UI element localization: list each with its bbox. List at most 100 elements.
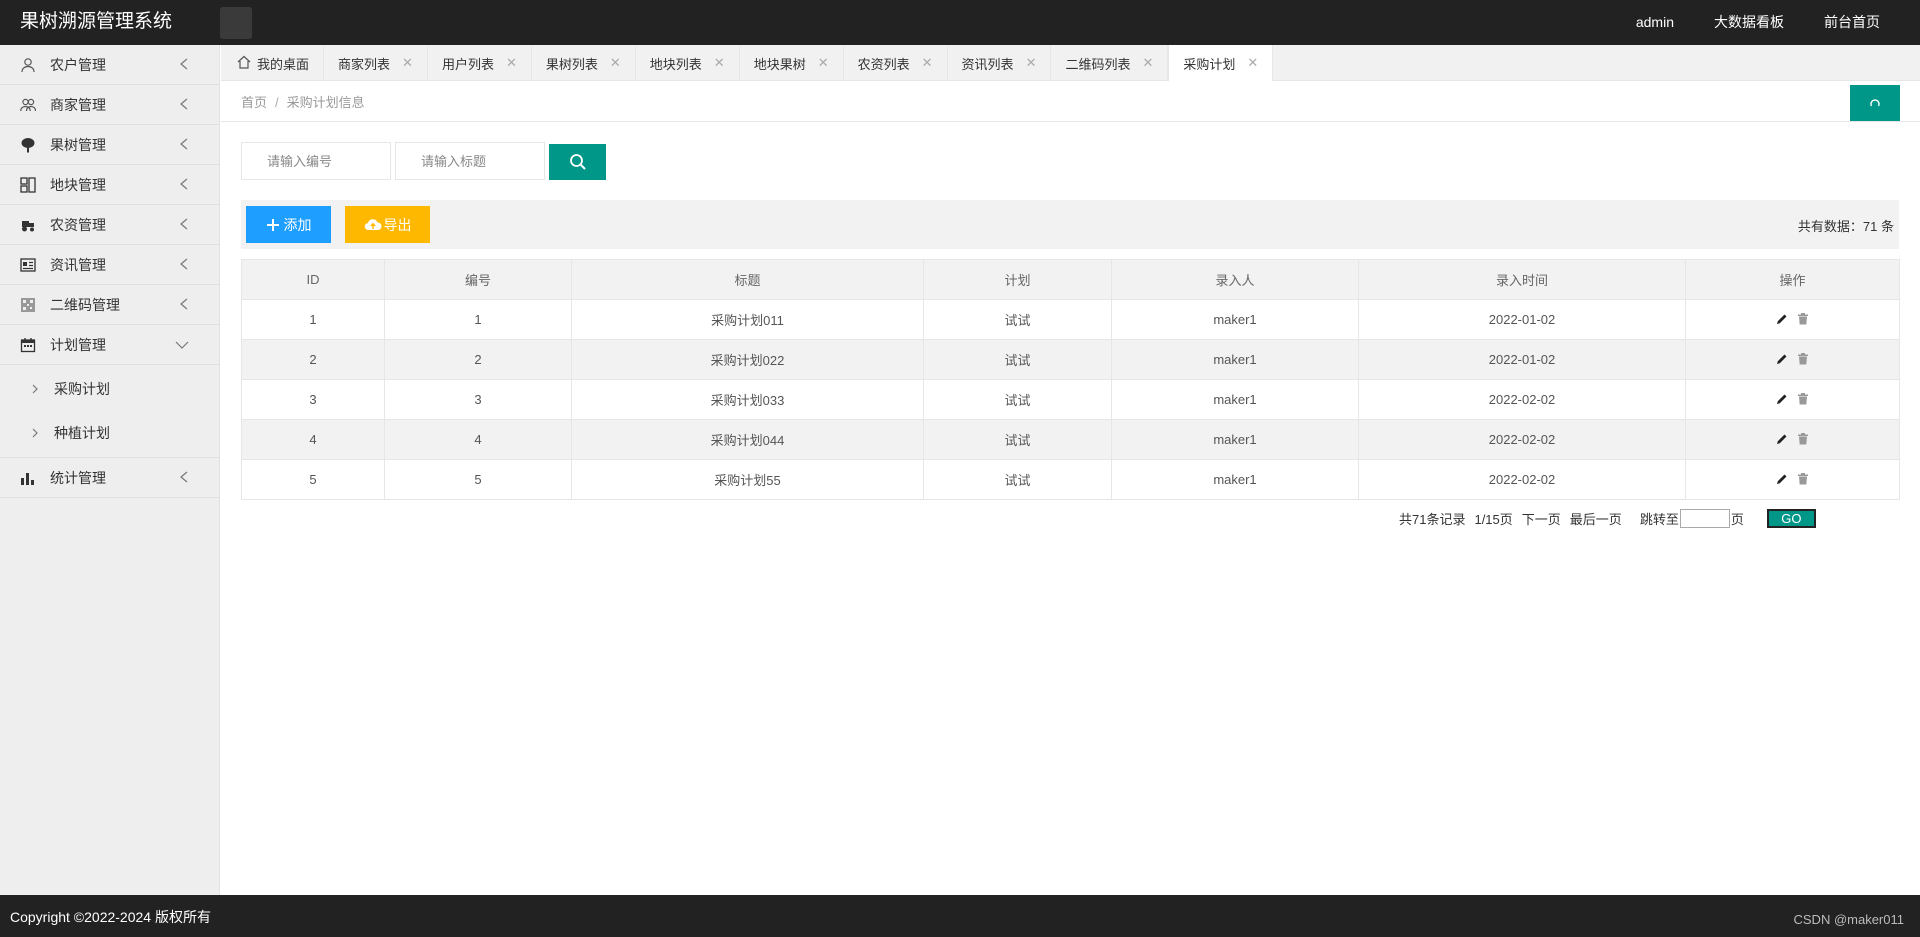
tab-tree-list[interactable]: 果树列表 ✕	[532, 45, 636, 81]
sidebar-item-qrcode[interactable]: 二维码管理	[0, 285, 219, 325]
column-header[interactable]: 录入时间	[1358, 259, 1686, 300]
cell-time: 2022-02-02	[1358, 459, 1686, 500]
pagination-page-unit: 页	[1730, 511, 1744, 527]
sidebar-item-label: 商家管理	[50, 96, 106, 113]
column-header[interactable]: 编号	[384, 259, 572, 300]
tab-land-tree[interactable]: 地块果树 ✕	[740, 45, 844, 81]
table-row: 5 5 采购计划55 试试 maker1 2022-02-02	[241, 459, 1900, 500]
close-icon[interactable]: ✕	[1026, 55, 1037, 71]
pagination-next[interactable]: 下一页	[1522, 509, 1561, 528]
close-icon[interactable]: ✕	[506, 55, 517, 71]
sidebar-subitem-purchase-plan[interactable]: 采购计划	[0, 367, 219, 411]
cell-no: 4	[384, 419, 572, 460]
cell-time: 2022-01-02	[1358, 339, 1686, 380]
search-no-input[interactable]	[241, 142, 391, 180]
close-icon[interactable]: ✕	[1247, 55, 1258, 71]
sidebar-item-label: 农资管理	[50, 216, 106, 233]
copyright-text: Copyright ©2022-2024 版权所有	[10, 909, 211, 925]
close-icon[interactable]: ✕	[818, 55, 829, 71]
tractor-icon	[20, 217, 36, 233]
chevron-left-icon	[179, 177, 189, 193]
top-nav-admin[interactable]: admin	[1616, 0, 1694, 45]
top-nav-dashboard[interactable]: 大数据看板	[1694, 0, 1804, 45]
edit-icon[interactable]	[1776, 473, 1788, 488]
search-title-input[interactable]	[395, 142, 545, 180]
cell-creator: maker1	[1111, 419, 1359, 460]
user-icon	[20, 57, 36, 73]
tab-supplies-list[interactable]: 农资列表 ✕	[844, 45, 948, 81]
chevron-left-icon	[179, 470, 189, 486]
close-icon[interactable]: ✕	[402, 55, 413, 71]
chevron-down-icon	[175, 337, 189, 353]
grid-icon	[20, 176, 36, 193]
cell-time: 2022-01-02	[1358, 299, 1686, 340]
cell-id: 2	[241, 339, 385, 380]
tab-purchase-plan[interactable]: 采购计划 ✕	[1168, 45, 1274, 81]
pagination-go-button[interactable]: GO	[1766, 508, 1816, 528]
column-header[interactable]: ID	[241, 259, 385, 300]
column-header[interactable]: 计划	[923, 259, 1112, 300]
pagination-page: 1/15页	[1474, 511, 1513, 527]
tab-merchant-list[interactable]: 商家列表 ✕	[324, 45, 428, 81]
sidebar-item-merchant[interactable]: 商家管理	[0, 85, 219, 125]
edit-icon[interactable]	[1776, 433, 1788, 448]
chevron-left-icon	[179, 57, 189, 73]
pagination-last[interactable]: 最后一页	[1570, 509, 1622, 528]
watermark-text: CSDN @maker011	[1793, 912, 1905, 927]
qrcode-icon	[20, 297, 36, 313]
cell-id: 5	[241, 459, 385, 500]
sidebar-toggle-button[interactable]	[220, 7, 252, 39]
edit-icon[interactable]	[1776, 353, 1788, 368]
refresh-button[interactable]	[1850, 85, 1900, 121]
tab-label: 用户列表	[441, 56, 494, 72]
trash-icon[interactable]	[1797, 312, 1809, 328]
close-icon[interactable]: ✕	[1142, 55, 1153, 71]
column-header[interactable]: 录入人	[1111, 259, 1359, 300]
top-nav-frontpage[interactable]: 前台首页	[1804, 0, 1920, 45]
column-header[interactable]: 标题	[571, 259, 924, 300]
export-button[interactable]: 导出	[345, 206, 430, 243]
search-button[interactable]	[549, 144, 606, 180]
pagination-records: 共71条记录	[1399, 511, 1466, 527]
close-icon[interactable]: ✕	[714, 55, 725, 71]
sidebar-item-stats[interactable]: 统计管理	[0, 458, 219, 498]
trash-icon[interactable]	[1797, 352, 1809, 368]
add-button[interactable]: 添加	[246, 206, 331, 243]
table-row: 2 2 采购计划022 试试 maker1 2022-01-02	[241, 339, 1900, 380]
cell-id: 4	[241, 419, 385, 460]
sidebar-item-supplies[interactable]: 农资管理	[0, 205, 219, 245]
cell-actions	[1685, 419, 1900, 460]
sidebar-item-farmer[interactable]: 农户管理	[0, 45, 219, 85]
edit-icon[interactable]	[1776, 313, 1788, 328]
tree-icon	[20, 137, 36, 153]
trash-icon[interactable]	[1797, 432, 1809, 448]
sidebar-item-land[interactable]: 地块管理	[0, 165, 219, 205]
cell-creator: maker1	[1111, 339, 1359, 380]
sidebar-subitem-planting-plan[interactable]: 种植计划	[0, 411, 219, 455]
home-icon	[237, 55, 251, 72]
cell-no: 2	[384, 339, 572, 380]
pagination-jump-input[interactable]	[1679, 508, 1730, 528]
cell-plan: 试试	[923, 339, 1112, 380]
tab-land-list[interactable]: 地块列表 ✕	[636, 45, 740, 81]
refresh-icon	[1870, 99, 1880, 107]
edit-icon[interactable]	[1776, 393, 1788, 408]
tab-home[interactable]: 我的桌面	[221, 45, 325, 81]
sidebar-item-tree[interactable]: 果树管理	[0, 125, 219, 165]
data-table-wrapper: ID 编号 标题 计划 录入人 录入时间 操作 1 1 采购计划011 试试 m…	[241, 259, 1900, 500]
tab-qrcode-list[interactable]: 二维码列表 ✕	[1051, 45, 1169, 81]
sidebar-item-plan[interactable]: 计划管理	[0, 325, 219, 365]
tab-label: 我的桌面	[257, 56, 310, 72]
close-icon[interactable]: ✕	[610, 55, 621, 71]
trash-icon[interactable]	[1797, 392, 1809, 408]
tab-bar: 我的桌面 商家列表 ✕ 用户列表 ✕ 果树列表 ✕ 地块列表 ✕ 地块果树 ✕ 农资列表 ✕…	[221, 45, 1920, 81]
cell-title: 采购计划044	[571, 419, 924, 460]
tab-news-list[interactable]: 资讯列表 ✕	[948, 45, 1052, 81]
close-icon[interactable]: ✕	[922, 55, 933, 71]
tab-user-list[interactable]: 用户列表 ✕	[428, 45, 532, 81]
trash-icon[interactable]	[1797, 472, 1809, 488]
tab-label: 地块果树	[753, 56, 806, 72]
sidebar-item-news[interactable]: 资讯管理	[0, 245, 219, 285]
breadcrumb-home[interactable]: 首页	[241, 95, 267, 110]
cell-actions	[1685, 339, 1900, 380]
